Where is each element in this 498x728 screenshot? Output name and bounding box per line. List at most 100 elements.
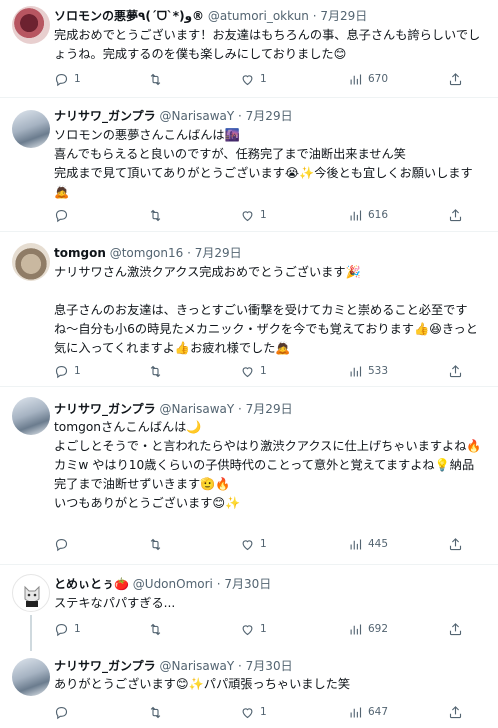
reply-icon [55,73,68,86]
author-handle[interactable]: @tomgon16 [110,246,184,260]
author-handle[interactable]: @UdonOmori [133,577,213,591]
retweet-button[interactable] [148,206,168,224]
heart-icon [242,707,253,718]
views-button[interactable]: 445 [348,535,388,553]
heart-icon [242,624,253,635]
tweet-text: tomgonさんこんばんは🌙 よごしとそうで・と言われたらやはり激渋クアクスに仕… [54,420,482,510]
like-button[interactable]: 1 [240,535,267,553]
views-icon [350,539,362,549]
avatar[interactable] [12,243,50,281]
tweet-header: ナリサワ_ガンプラ @NarisawaY · 7月30日 [54,657,490,675]
author-handle[interactable]: @atumori_okkun [208,9,309,23]
tweet-date[interactable]: 7月30日 [224,577,271,591]
reply-button[interactable]: 1 [54,362,81,380]
views-button[interactable]: 670 [348,70,388,88]
tweet-header: とめぃとぅ🍅 @UdonOmori · 7月30日 [54,575,490,593]
avatar[interactable] [12,110,50,148]
reply-button[interactable]: 1 [54,70,81,88]
like-button[interactable]: 1 [240,70,267,88]
author-name[interactable]: ナリサワ_ガンプラ [54,659,156,673]
avatar[interactable] [12,574,50,612]
share-icon [449,705,462,718]
like-count: 1 [260,623,267,635]
avatar[interactable] [12,658,50,696]
avatar[interactable] [12,397,50,435]
author-name[interactable]: とめぃとぅ🍅 [54,577,129,591]
tweet-date[interactable]: 7月29日 [195,246,242,260]
tweet-header: ソロモンの悪夢٩(ˊᗜˋ*)و® @atumori_okkun · 7月29日 [54,7,490,25]
tweet[interactable]: ソロモンの悪夢٩(ˊᗜˋ*)و® @atumori_okkun · 7月29日 … [0,0,498,98]
reply-icon [55,706,68,719]
retweet-icon [150,538,161,550]
author-name[interactable]: ナリサワ_ガンプラ [54,109,156,123]
views-button[interactable]: 647 [348,703,388,721]
author-name[interactable]: tomgon [54,246,106,260]
avatar[interactable] [12,6,50,44]
like-button[interactable]: 1 [240,703,267,721]
tweet[interactable]: とめぃとぅ🍅 @UdonOmori · 7月30日 ステキなパパすぎる... 1… [0,565,498,651]
like-count: 1 [260,73,267,85]
like-button[interactable]: 1 [240,362,267,380]
share-button[interactable] [448,206,463,224]
share-button[interactable] [448,70,463,88]
share-button[interactable] [448,620,463,638]
tweet[interactable]: ナリサワ_ガンプラ @NarisawaY · 7月29日 ソロモンの悪夢さんこん… [0,98,498,232]
views-button[interactable]: 616 [348,206,388,224]
separator-dot: · [187,246,191,260]
separator-dot: · [238,402,242,416]
retweet-button[interactable] [148,70,168,88]
heart-icon [242,74,253,85]
separator-dot: · [238,659,242,673]
reply-button[interactable]: 1 [54,620,81,638]
tweet-text: ありがとうございます😊✨パパ頑張っちゃいました笑 [54,677,351,691]
tweet-actions: 1 1 533 [54,362,488,380]
tweet-header: ナリサワ_ガンプラ @NarisawaY · 7月29日 [54,400,490,418]
tweet[interactable]: ナリサワ_ガンプラ @NarisawaY · 7月30日 ありがとうございます😊… [0,651,498,728]
tweet-date[interactable]: 7月29日 [246,402,293,416]
tweet-actions: 1 647 [54,703,488,721]
tweet[interactable]: tomgon @tomgon16 · 7月29日 ナリサワさん激渋クアクス完成お… [0,232,498,387]
tweet-date[interactable]: 7月30日 [246,659,293,673]
view-count: 533 [368,365,389,377]
retweet-button[interactable] [148,703,168,721]
view-count: 692 [368,623,389,635]
tweet-actions: 1 616 [54,206,488,224]
reply-button[interactable] [54,206,74,224]
retweet-icon [150,73,161,85]
tweet-date[interactable]: 7月29日 [246,109,293,123]
separator-dot: · [238,109,242,123]
author-handle[interactable]: @NarisawaY [159,109,234,123]
author-name[interactable]: ナリサワ_ガンプラ [54,402,156,416]
like-count: 1 [260,365,267,377]
thread-line [30,615,32,651]
heart-icon [242,366,253,377]
views-icon [350,210,362,220]
reply-button[interactable] [54,703,74,721]
retweet-button[interactable] [148,620,168,638]
author-handle[interactable]: @NarisawaY [159,659,234,673]
tweet-header: ナリサワ_ガンプラ @NarisawaY · 7月29日 [54,107,490,125]
views-icon [350,707,362,717]
tweet-text: ソロモンの悪夢さんこんばんは🌆 喜んでもらえると良いのですが、任務完了まで油断出… [54,128,473,199]
reply-icon [55,538,68,551]
retweet-button[interactable] [148,535,168,553]
tweet-text: ナリサワさん激渋クアクス完成おめでとうございます🎉 息子さんのお友達は、きっとす… [54,265,478,355]
reply-button[interactable] [54,535,74,553]
share-button[interactable] [448,535,463,553]
share-button[interactable] [448,703,463,721]
view-count: 616 [368,209,389,221]
views-button[interactable]: 692 [348,620,388,638]
share-button[interactable] [448,362,463,380]
retweet-icon [150,209,161,221]
like-button[interactable]: 1 [240,620,267,638]
tweet-date[interactable]: 7月29日 [320,9,367,23]
like-button[interactable]: 1 [240,206,267,224]
retweet-button[interactable] [148,362,168,380]
tweet[interactable]: ナリサワ_ガンプラ @NarisawaY · 7月29日 tomgonさんこんば… [0,387,498,565]
author-name[interactable]: ソロモンの悪夢٩(ˊᗜˋ*)و® [54,9,204,23]
retweet-icon [150,623,161,635]
views-button[interactable]: 533 [348,362,388,380]
tweet-text: 完成おめでとうございます！お友達はもちろんの事、息子さんも誇らしいでしょうね。完… [54,28,481,61]
like-count: 1 [260,706,267,718]
author-handle[interactable]: @NarisawaY [159,402,234,416]
